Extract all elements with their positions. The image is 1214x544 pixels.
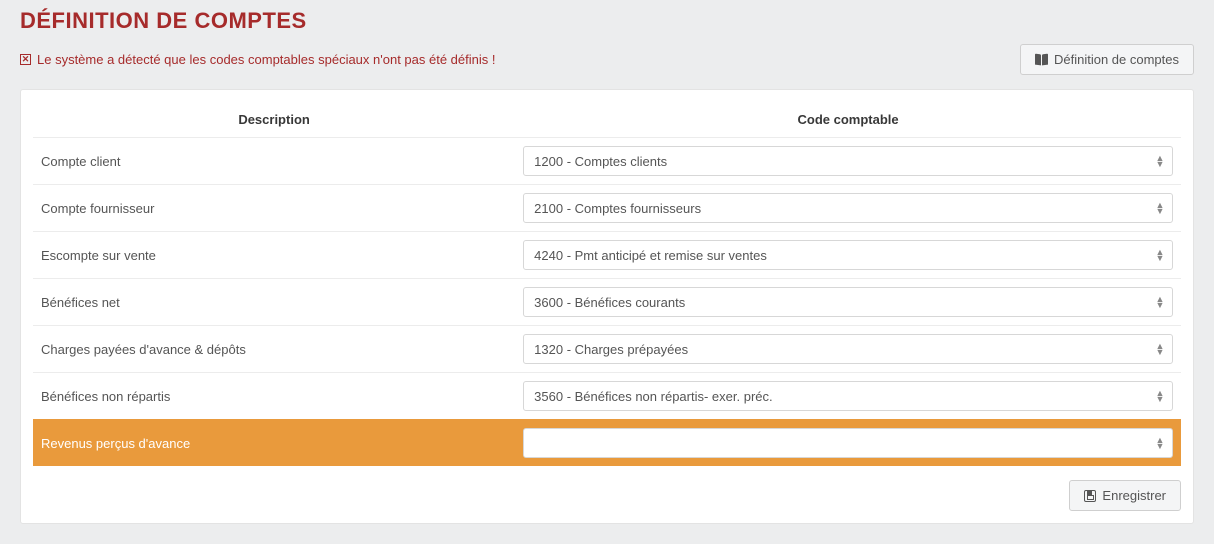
account-select[interactable]: 3600 - Bénéfices courants (523, 287, 1173, 317)
table-row: Escompte sur vente 4240 - Pmt anticipé et… (33, 232, 1181, 279)
account-select-value: 2100 - Comptes fournisseurs (534, 201, 701, 216)
account-select[interactable]: 2100 - Comptes fournisseurs (523, 193, 1173, 223)
account-select-value: 1320 - Charges prépayées (534, 342, 688, 357)
row-description: Bénéfices net (33, 279, 515, 326)
accounts-table: Description Code comptable Compte client… (33, 102, 1181, 466)
table-row: Compte fournisseur 2100 - Comptes fournis… (33, 185, 1181, 232)
row-account-cell: 3560 - Bénéfices non répartis- exer. pré… (515, 373, 1181, 420)
accounts-panel: Description Code comptable Compte client… (20, 89, 1194, 524)
row-description: Bénéfices non répartis (33, 373, 515, 420)
definition-comptes-label: Définition de comptes (1054, 52, 1179, 67)
save-icon (1084, 490, 1096, 502)
row-description: Compte fournisseur (33, 185, 515, 232)
account-select-value: 1200 - Comptes clients (534, 154, 667, 169)
book-icon (1035, 54, 1048, 65)
row-account-cell: 3600 - Bénéfices courants (515, 279, 1181, 326)
account-select-value: 4240 - Pmt anticipé et remise sur ventes (534, 248, 767, 263)
row-description: Compte client (33, 138, 515, 185)
account-select[interactable]: 1320 - Charges prépayées (523, 334, 1173, 364)
account-select-value: 3600 - Bénéfices courants (534, 295, 685, 310)
row-description: Charges payées d'avance & dépôts (33, 326, 515, 373)
col-account-code: Code comptable (515, 102, 1181, 138)
table-row: Bénéfices net 3600 - Bénéfices courants (33, 279, 1181, 326)
account-select[interactable]: 4240 - Pmt anticipé et remise sur ventes (523, 240, 1173, 270)
row-account-cell: 1320 - Charges prépayées (515, 326, 1181, 373)
row-description: Escompte sur vente (33, 232, 515, 279)
table-row: Revenus perçus d'avance (33, 420, 1181, 467)
table-row: Compte client 1200 - Comptes clients (33, 138, 1181, 185)
save-label: Enregistrer (1102, 488, 1166, 503)
account-select[interactable]: 3560 - Bénéfices non répartis- exer. pré… (523, 381, 1173, 411)
row-description: Revenus perçus d'avance (33, 420, 515, 467)
col-description: Description (33, 102, 515, 138)
table-row: Bénéfices non répartis 3560 - Bénéfices n… (33, 373, 1181, 420)
warning-icon: ✕ (20, 54, 31, 65)
save-button[interactable]: Enregistrer (1069, 480, 1181, 511)
account-select[interactable]: 1200 - Comptes clients (523, 146, 1173, 176)
row-account-cell: 4240 - Pmt anticipé et remise sur ventes (515, 232, 1181, 279)
account-select-value: 3560 - Bénéfices non répartis- exer. pré… (534, 389, 772, 404)
row-account-cell: 2100 - Comptes fournisseurs (515, 185, 1181, 232)
account-select[interactable] (523, 428, 1173, 458)
page-title: DÉFINITION DE COMPTES (20, 0, 1194, 44)
row-account-cell (515, 420, 1181, 467)
definition-comptes-button[interactable]: Définition de comptes (1020, 44, 1194, 75)
warning-banner: ✕ Le système a détecté que les codes com… (20, 52, 495, 67)
table-row: Charges payées d'avance & dépôts 1320 - C… (33, 326, 1181, 373)
warning-text: Le système a détecté que les codes compt… (37, 52, 495, 67)
row-account-cell: 1200 - Comptes clients (515, 138, 1181, 185)
